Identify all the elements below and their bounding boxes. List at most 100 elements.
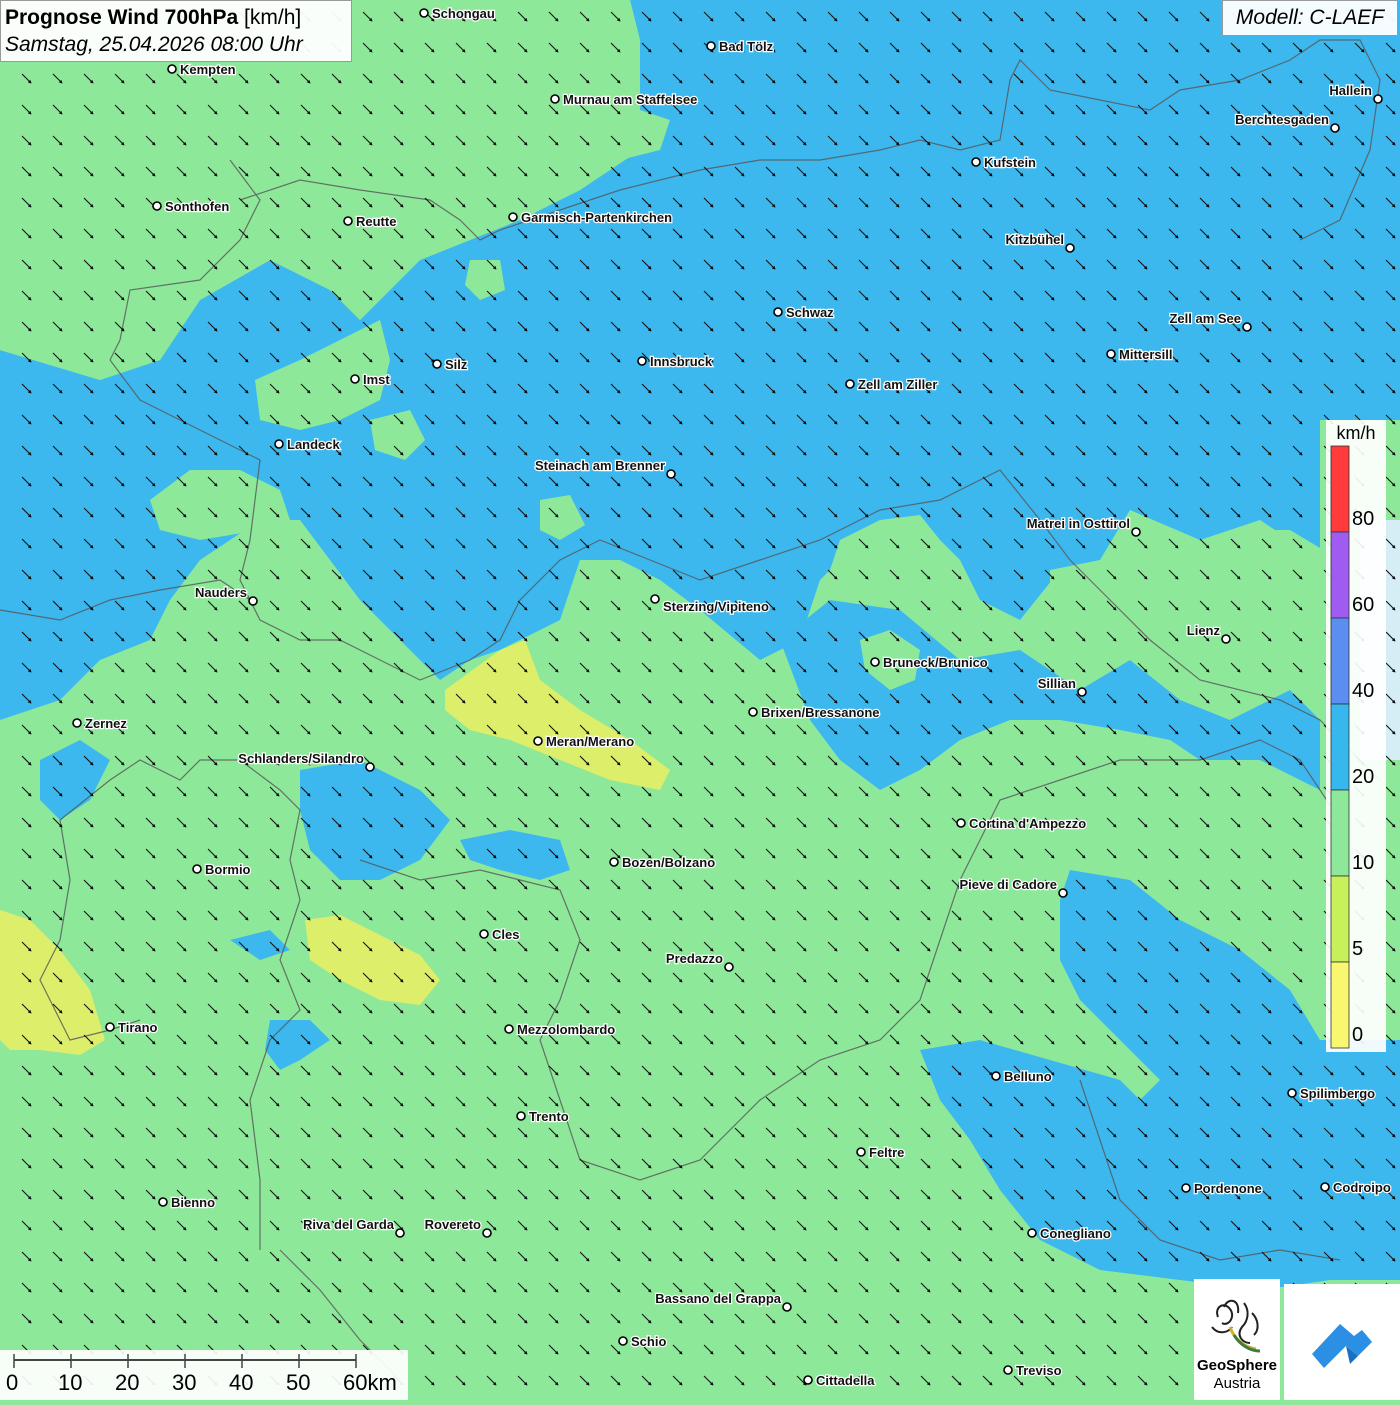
city-dot — [1330, 123, 1340, 133]
city-label: Tirano — [118, 1020, 158, 1035]
city-label: Cles — [492, 927, 519, 942]
wind-map[interactable]: Schongau Bad Tölz Kempten Hallein Murnau am … — [0, 0, 1400, 1400]
forecast-date: Samstag, 25.04.2026 08:00 Uhr — [5, 33, 303, 56]
city-marker[interactable]: Murnau am Staffelsee — [550, 91, 699, 108]
city-marker[interactable]: Mezzolombardo — [504, 1021, 616, 1038]
city-dot — [1242, 322, 1252, 332]
city-label: Zell am See — [1169, 311, 1241, 326]
city-dot — [248, 596, 258, 606]
city-marker[interactable]: Cortina d'Ampezzo — [956, 815, 1087, 832]
city-dot — [706, 41, 716, 51]
city-dot — [72, 718, 82, 728]
city-label: Rovereto — [425, 1217, 481, 1232]
city-dot — [350, 374, 360, 384]
city-label: Bassano del Grappa — [655, 1291, 781, 1306]
city-label: Kitzbühel — [1006, 232, 1065, 247]
legend-swatch — [1330, 789, 1350, 877]
city-label: Zell am Ziller — [858, 377, 937, 392]
city-label: Spilimbergo — [1300, 1086, 1375, 1101]
city-dot — [158, 1197, 168, 1207]
city-label: Feltre — [869, 1145, 904, 1160]
legend-label: 40 — [1352, 680, 1374, 702]
legend-label: 60 — [1352, 594, 1374, 616]
city-label: Landeck — [287, 437, 341, 452]
city-marker[interactable]: Schongau — [419, 5, 496, 22]
legend-swatch — [1330, 875, 1350, 963]
city-marker[interactable]: Conegliano — [1027, 1225, 1112, 1242]
city-label: Schongau — [432, 6, 495, 21]
legend-label: 10 — [1352, 852, 1374, 874]
city-dot — [1181, 1183, 1191, 1193]
legend-swatch — [1330, 445, 1350, 533]
city-dot — [1131, 527, 1141, 537]
city-label: Schlanders/Silandro — [238, 751, 364, 766]
city-dot — [1003, 1365, 1013, 1375]
city-label: Brixen/Bressanone — [761, 705, 880, 720]
city-label: Bozen/Bolzano — [622, 855, 715, 870]
city-label: Riva del Garda — [303, 1217, 395, 1232]
legend-bar: 80 60 40 20 10 5 0 — [1330, 445, 1374, 1049]
city-dot — [479, 929, 489, 939]
city-label: Steinach am Brenner — [535, 458, 665, 473]
city-label: Bormio — [205, 862, 251, 877]
city-label: Sterzing/Vipiteno — [663, 599, 769, 614]
city-label: Conegliano — [1040, 1226, 1111, 1241]
city-label: Sonthofen — [165, 199, 229, 214]
city-marker[interactable]: Innsbruck — [637, 353, 714, 370]
city-label: Garmisch-Partenkirchen — [521, 210, 672, 225]
city-dot — [395, 1228, 405, 1238]
city-label: Mezzolombardo — [517, 1022, 615, 1037]
city-marker[interactable]: Bruneck/Brunico — [870, 654, 989, 671]
city-dot — [105, 1022, 115, 1032]
city-dot — [724, 962, 734, 972]
city-marker[interactable]: Spilimbergo — [1287, 1085, 1376, 1102]
city-dot — [1058, 888, 1068, 898]
app-logo — [1284, 1284, 1400, 1400]
legend-label: 20 — [1352, 766, 1374, 788]
city-dot — [991, 1071, 1001, 1081]
city-label: Kufstein — [984, 155, 1036, 170]
city-label: Bad Tölz — [719, 39, 774, 54]
city-marker[interactable]: Garmisch-Partenkirchen — [508, 209, 673, 226]
city-dot — [152, 201, 162, 211]
city-label: Hallein — [1329, 83, 1372, 98]
city-marker[interactable]: Meran/Merano — [533, 733, 635, 750]
city-label: Codroipo — [1333, 1180, 1391, 1195]
scale-label: 20 — [115, 1370, 140, 1395]
map-title-unit: [km/h] — [244, 6, 302, 29]
city-label: Matrei in Osttirol — [1027, 516, 1130, 531]
city-dot — [1287, 1088, 1297, 1098]
city-dot — [508, 212, 518, 222]
city-dot — [1065, 243, 1075, 253]
model-label: Modell: C-LAEF — [1222, 0, 1398, 36]
scale-label: 10 — [58, 1370, 83, 1395]
city-dot — [1077, 687, 1087, 697]
city-dot — [870, 657, 880, 667]
city-label: Schwaz — [786, 305, 834, 320]
city-marker[interactable]: Zell am Ziller — [845, 376, 939, 393]
city-label: Cittadella — [816, 1373, 875, 1388]
scale-label: 40 — [229, 1370, 254, 1395]
city-dot — [167, 64, 177, 74]
city-label: Predazzo — [666, 951, 723, 966]
logo-line1: GeoSphere — [1196, 1357, 1278, 1374]
city-label: Zernez — [85, 716, 127, 731]
city-marker[interactable]: Bozen/Bolzano — [609, 854, 716, 871]
city-dot — [533, 736, 543, 746]
city-dot — [773, 307, 783, 317]
city-dot — [650, 594, 660, 604]
map-title-box: Prognose Wind 700hPa [km/h] Samstag, 25.… — [0, 0, 352, 62]
city-label: Kempten — [180, 62, 236, 77]
city-dot — [504, 1024, 514, 1034]
city-label: Innsbruck — [650, 354, 713, 369]
color-legend: km/h 80 60 40 20 10 5 0 — [1326, 420, 1386, 1052]
city-dot — [637, 356, 647, 366]
scale-label: 50 — [286, 1370, 311, 1395]
city-label: Bruneck/Brunico — [883, 655, 988, 670]
legend-swatch — [1330, 703, 1350, 791]
city-marker[interactable]: Pordenone — [1181, 1180, 1263, 1197]
city-label: Treviso — [1016, 1363, 1062, 1378]
city-marker[interactable]: Sonthofen — [152, 198, 231, 215]
city-marker[interactable]: Brixen/Bressanone — [748, 704, 881, 721]
map-title-bold: Prognose Wind 700hPa — [5, 6, 239, 29]
